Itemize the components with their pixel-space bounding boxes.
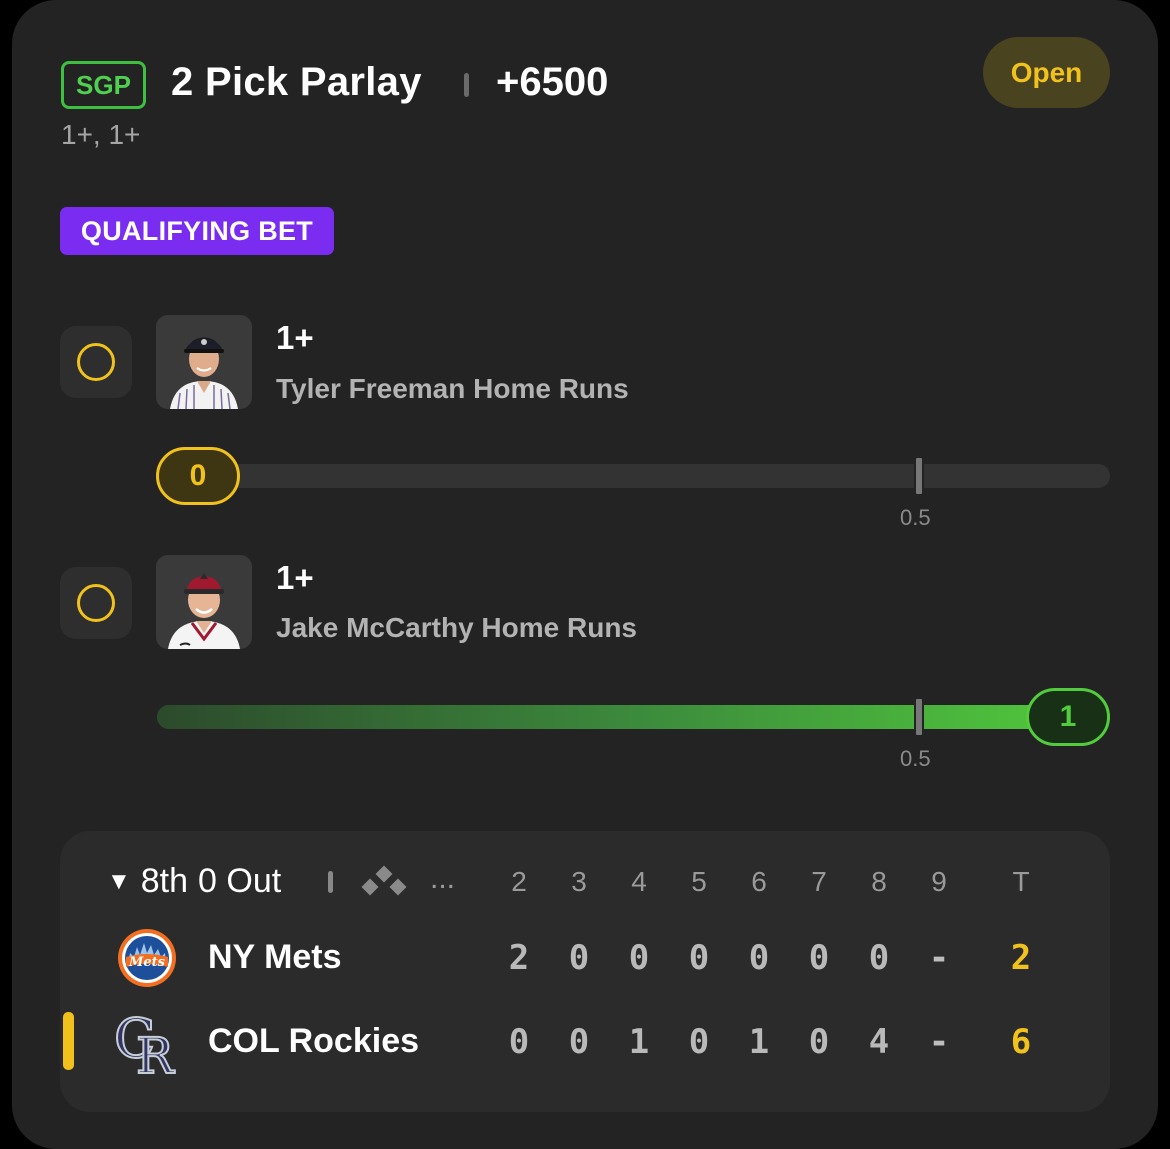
player-avatar-jake-mccarthy [156, 555, 252, 649]
batting-indicator [63, 1012, 74, 1070]
team-total-score: 6 [1010, 1022, 1032, 1062]
bases-diamond-icon [360, 865, 408, 898]
inning-header: 4 [631, 866, 647, 897]
inning-score: 0 [628, 938, 650, 978]
inning-score: 0 [748, 938, 770, 978]
progress-track [157, 705, 1110, 729]
inning-score: 1 [628, 1022, 650, 1062]
current-inning: 8th [140, 862, 189, 900]
team-total-score: 2 [1010, 938, 1032, 978]
inning-header: 7 [811, 866, 827, 897]
player-avatar-tyler-freeman [156, 315, 252, 409]
player-headshot-icon [156, 315, 252, 409]
triangle-down-icon: ▼ [107, 867, 131, 895]
player-headshot-icon [156, 555, 252, 649]
inning-score: 2 [508, 938, 530, 978]
parlay-odds: +6500 [496, 60, 609, 104]
inning-score: 0 [508, 1022, 530, 1062]
svg-text:Mets: Mets [128, 955, 166, 970]
pick-description: Jake McCarthy Home Runs [276, 612, 638, 643]
target-tick [914, 697, 924, 737]
inning-score: 0 [568, 938, 590, 978]
progress-track [157, 464, 1110, 488]
progress-fill [157, 705, 1110, 729]
outs-count: 0 Out [198, 862, 282, 900]
inning-score: 0 [688, 938, 710, 978]
inning-score: - [928, 1022, 950, 1062]
title-divider [464, 73, 469, 97]
rockies-logo-icon: C R [112, 1005, 184, 1086]
current-value-bubble: 1 [1026, 688, 1110, 746]
inning-score: 0 [808, 1022, 830, 1062]
parlay-title: 2 Pick Parlay [171, 60, 422, 104]
current-value-bubble: 0 [156, 447, 240, 505]
total-header: T [1012, 866, 1030, 897]
inning-score: 0 [808, 938, 830, 978]
inning-header: 9 [931, 866, 947, 897]
inning-score: 0 [688, 1022, 710, 1062]
status-divider [328, 871, 333, 893]
pick-description: Tyler Freeman Home Runs [276, 373, 629, 404]
inning-header: 3 [571, 866, 587, 897]
inning-score: 0 [868, 938, 890, 978]
parlay-subline: 1+, 1+ [61, 119, 141, 150]
target-label: 0.5 [900, 746, 931, 771]
pending-circle-icon [77, 584, 115, 622]
mets-logo-icon: Mets [116, 927, 178, 994]
inning-status[interactable]: ▼ 8th 0 Out [107, 862, 281, 901]
sgp-badge: SGP [61, 61, 146, 109]
pick-status-indicator [60, 567, 132, 639]
inning-header: 8 [871, 866, 887, 897]
qualifying-bet-badge: QUALIFYING BET [60, 207, 334, 255]
earlier-innings-ellipsis: ... [430, 862, 456, 895]
pick-line: 1+ [276, 559, 314, 596]
status-badge: Open [983, 37, 1110, 108]
inning-header: 5 [691, 866, 707, 897]
team-name: COL Rockies [208, 1022, 420, 1060]
inning-header: 2 [511, 866, 527, 897]
pick-status-indicator [60, 326, 132, 398]
pending-circle-icon [77, 343, 115, 381]
inning-score: 1 [748, 1022, 770, 1062]
inning-score: 0 [568, 1022, 590, 1062]
inning-score: 4 [868, 1022, 890, 1062]
team-name: NY Mets [208, 938, 342, 976]
pick-line: 1+ [276, 319, 314, 356]
svg-text:R: R [136, 1027, 175, 1081]
inning-header: 6 [751, 866, 767, 897]
target-label: 0.5 [900, 505, 931, 530]
target-tick [914, 456, 924, 496]
inning-score: - [928, 938, 950, 978]
